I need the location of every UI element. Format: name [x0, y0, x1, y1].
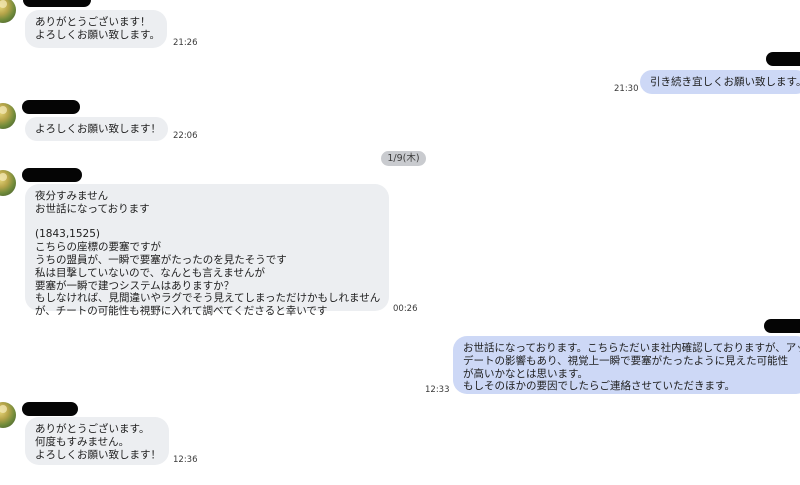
message-bubble-outgoing: 引き続き宜しくお願い致します。	[640, 70, 800, 94]
avatar	[0, 0, 16, 23]
redacted-sender-name	[766, 52, 800, 66]
message-timestamp: 00:26	[393, 304, 418, 314]
message-bubble-incoming: よろしくお願い致します！	[25, 117, 168, 141]
message-bubble-incoming: 夜分すみません お世話になっております (1843,1525) こちらの座標の要…	[25, 184, 389, 317]
avatar	[0, 170, 16, 196]
redacted-sender-name	[22, 168, 82, 182]
avatar	[0, 402, 16, 428]
redacted-sender-name	[764, 319, 800, 333]
message-timestamp: 12:36	[173, 455, 198, 465]
redacted-sender-name	[22, 100, 80, 114]
message-bubble-outgoing: お世話になっております。こちらただいま社内確認しておりますが、アップ デートの影…	[453, 336, 800, 394]
message-timestamp: 12:33	[425, 385, 450, 395]
avatar	[0, 103, 16, 129]
date-divider: 1/9(木)	[381, 151, 426, 166]
message-timestamp: 22:06	[173, 131, 198, 141]
message-bubble-incoming: ありがとうございます！ よろしくお願い致します。	[25, 10, 167, 48]
redacted-sender-name	[22, 402, 78, 416]
message-timestamp: 21:30	[614, 84, 639, 94]
message-bubble-incoming: ありがとうございます。 何度もすみません。 よろしくお願い致します！	[25, 417, 169, 465]
redacted-sender-name	[23, 0, 91, 7]
message-timestamp: 21:26	[173, 38, 198, 48]
